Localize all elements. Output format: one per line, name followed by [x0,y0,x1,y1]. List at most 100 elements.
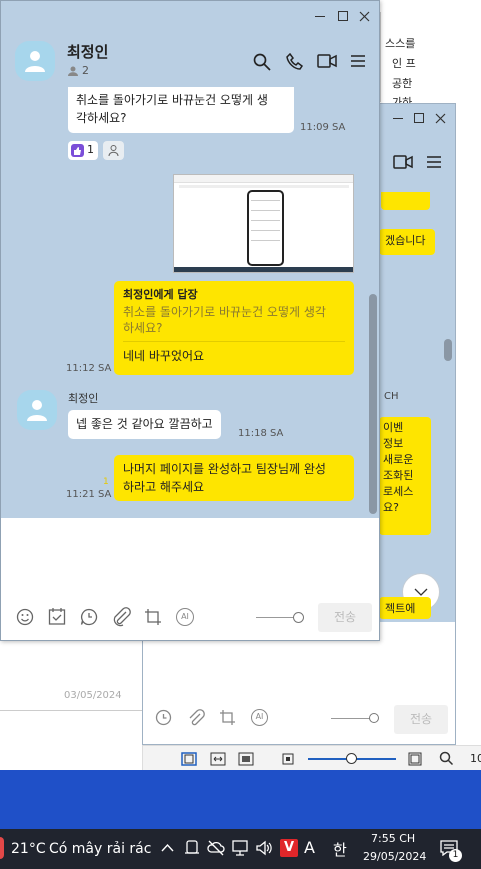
close-icon[interactable] [435,113,446,124]
send-button[interactable]: 전송 [318,603,372,632]
user-icon [27,400,47,421]
ai-icon[interactable]: AI [176,608,194,626]
reply-header: 최정인에게 답장 [123,288,198,301]
zoom-level-fragment: 10 [470,752,481,765]
language-indicator[interactable]: 한 [333,839,347,860]
chevron-down-icon [414,588,428,596]
scrollbar-thumb[interactable] [369,294,377,514]
weather-desc[interactable]: Có mây rải rác [49,841,151,857]
message-bubble: 취소를 돌아가기로 바뀨눈건 오떻게 생 각하세요? [68,87,294,133]
schedule-icon[interactable] [155,709,172,726]
volume-icon[interactable] [256,840,273,856]
mock-line [251,200,280,201]
thumbs-up-icon [71,144,84,157]
maximize-icon[interactable] [414,113,424,123]
thumbs-up-icon-glyph [74,147,81,155]
close-icon[interactable] [359,11,370,22]
slider-handle[interactable] [369,713,379,723]
calendar-icon[interactable] [48,607,66,626]
search-icon[interactable] [439,751,454,766]
message-bubble [381,192,430,210]
message-line: 요? [383,501,399,514]
message-line: 이벤 [383,421,404,434]
message-line: 취소를 돌아가기로 바뀨눈건 오떻게 생 [76,93,268,107]
crop-icon[interactable] [219,709,236,726]
minimize-icon[interactable] [393,118,403,119]
app-tray-icon[interactable]: V [280,839,298,857]
avatar[interactable] [17,390,57,430]
phone-icon[interactable] [286,53,304,71]
member-icon [68,66,78,76]
desktop-background [0,770,481,829]
cloud-offline-icon[interactable] [207,839,225,857]
clock-date[interactable]: 29/05/2024 [363,850,426,863]
scrollbar-thumb[interactable] [444,339,452,361]
doc-status-bar: 10 [143,745,481,770]
ai-icon[interactable]: AI [251,709,268,726]
slider-track[interactable] [331,718,371,719]
chevron-up-icon[interactable] [161,843,174,852]
screenshot-taskbar [174,267,353,272]
attach-icon[interactable] [111,607,131,627]
add-reaction-button[interactable] [103,141,124,160]
crop-icon[interactable] [144,608,162,626]
zoom-slider-handle[interactable] [346,753,357,764]
sender-name: 최정인 [68,392,99,405]
message-list[interactable]: 취소를 돌아가기로 바뀨눈건 오떻게 생 각하세요? 11:09 SA 1 최정… [1,87,379,518]
chat-title: 최정인 [67,43,109,61]
time-label: CH [384,391,399,402]
maximize-icon[interactable] [338,11,348,21]
member-count: 2 [82,64,89,77]
emoji-icon[interactable] [16,608,34,626]
quoted-line: 취소를 돌아가기로 바뀨눈건 오떻게 생각 [123,305,326,319]
message-bubble: 젝트에 [379,597,431,619]
message-line: 새로운 [383,453,414,466]
image-attachment[interactable] [173,174,354,273]
message-line: 나머지 페이지를 완성하고 팀장님께 완성 [123,462,326,476]
chat-window-main[interactable]: 최정인 2 취소를 돌아가기로 바뀨눈건 오떻게 생 각하세요? 11:09 S… [0,0,380,641]
message-line: 하라고 해주세요 [123,480,205,494]
message-input[interactable] [1,518,379,598]
message-time: 11:12 SA [66,363,112,374]
message-bubble: 넵 좋은 것 같아요 깔끔하고 [68,410,221,439]
reply-bubble[interactable]: 최정인에게 답장 취소를 돌아가기로 바뀨눈건 오떻게 생각 하세요? 네네 바… [114,281,354,375]
screenshot-browser-bar [174,175,353,183]
message-line: 정보 [383,437,404,450]
message-bubble: 나머지 페이지를 완성하고 팀장님께 완성 하라고 해주세요 [114,455,354,501]
message-time: 11:18 SA [238,428,284,439]
fit-width-icon[interactable] [210,752,226,766]
doc-margin-line [380,12,381,102]
message-bubble: 이벤 정보 새로운 조화된 로세스 요? [379,417,431,535]
video-call-icon[interactable] [317,54,337,68]
ime-mode[interactable]: A [304,838,315,857]
reaction-badge[interactable]: 1 [68,141,98,160]
minimize-icon[interactable] [315,16,325,17]
taskbar: 21°C Có mây rải rác V A 한 7:55 CH 29/05/… [0,829,481,869]
weather-temp[interactable]: 21°C [11,841,46,857]
send-button[interactable]: 전송 [394,705,448,734]
reply-body: 네네 바꾸었어요 [123,349,205,363]
slider-track[interactable] [256,617,296,618]
page-view-icon[interactable] [181,752,197,766]
attach-icon[interactable] [187,709,205,727]
network-icon[interactable] [231,840,249,857]
video-call-icon[interactable] [393,155,413,169]
menu-icon[interactable] [350,54,366,68]
fit-page-icon[interactable] [238,752,254,766]
schedule-icon[interactable] [80,608,98,626]
message-line: 각하세요? [76,111,127,125]
avatar[interactable] [15,41,55,81]
slider-handle[interactable] [293,612,304,623]
search-icon[interactable] [253,53,271,71]
menu-icon[interactable] [426,155,442,169]
clock-time[interactable]: 7:55 CH [371,832,415,845]
user-icon [108,145,119,156]
zoom-out-icon[interactable] [282,753,294,765]
meet-icon[interactable] [184,839,200,857]
mock-line [251,210,280,211]
input-area[interactable]: AI 전송 [1,518,379,640]
weather-icon[interactable] [0,837,4,859]
quoted-line: 하세요? [123,321,163,335]
screenshot-toolbar [179,185,349,188]
zoom-in-icon[interactable] [408,752,422,766]
